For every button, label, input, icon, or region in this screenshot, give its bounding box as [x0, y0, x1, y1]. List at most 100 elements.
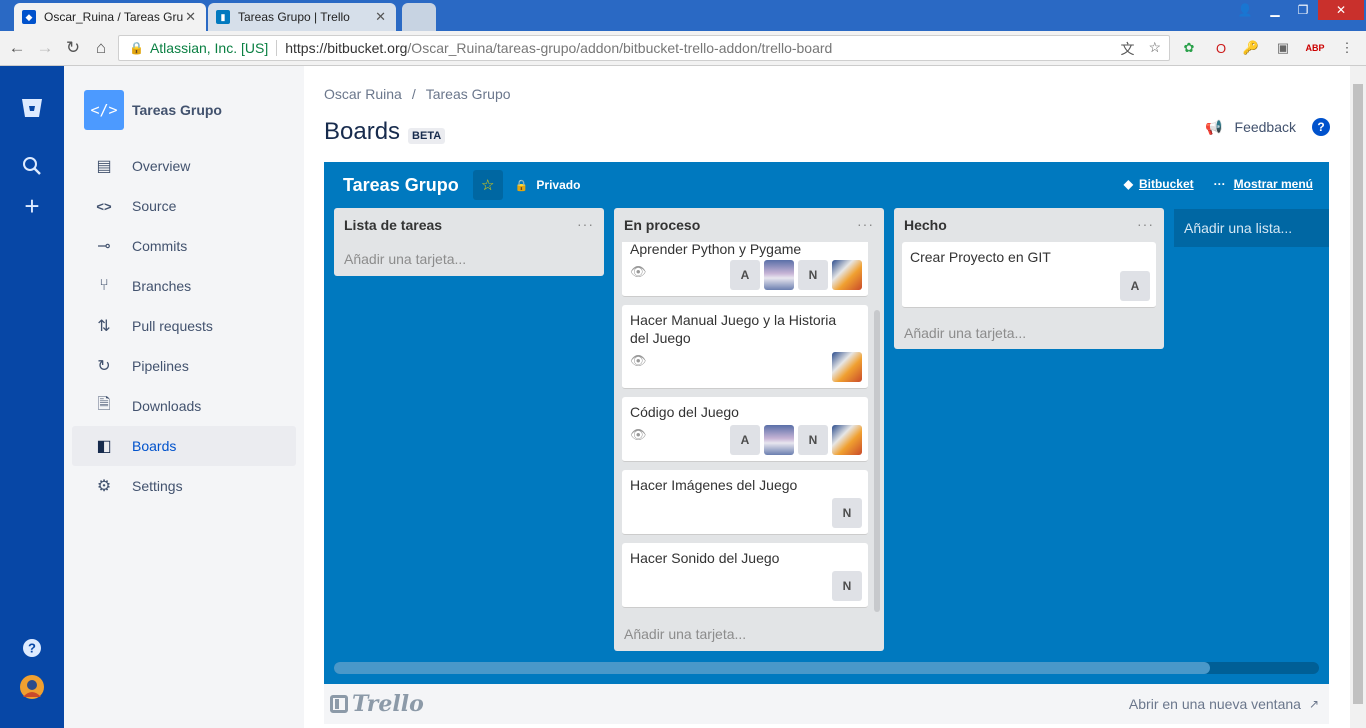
member-avatar-a[interactable]: A: [730, 260, 760, 290]
bitbucket-link[interactable]: Bitbucket: [1139, 177, 1194, 191]
tab-title: Oscar_Ruina / Tareas Gru: [44, 10, 184, 24]
member-avatar-n[interactable]: N: [832, 571, 862, 601]
board-horizontal-scrollbar[interactable]: [334, 662, 1319, 674]
sidebar-item-source[interactable]: <> Source: [72, 186, 296, 226]
translate-icon[interactable]: 文: [1120, 39, 1134, 59]
pull-request-icon: ⇅: [97, 318, 111, 335]
window-close-icon[interactable]: ✕: [1318, 0, 1364, 20]
new-tab-button[interactable]: [402, 3, 436, 31]
user-avatar-icon[interactable]: [20, 675, 44, 699]
browser-tab-bar: ◆ Oscar_Ruina / Tareas Gru ✕ ▮ Tareas Gr…: [0, 0, 1366, 31]
sidebar-item-pull-requests[interactable]: ⇅ Pull requests: [72, 306, 296, 346]
sidebar-item-label: Branches: [132, 278, 192, 294]
minimize-icon[interactable]: ▁: [1262, 0, 1288, 20]
back-icon[interactable]: ←: [6, 37, 28, 59]
maximize-icon[interactable]: ❐: [1290, 0, 1316, 20]
show-menu-link[interactable]: Mostrar menú: [1234, 177, 1313, 191]
member-avatar-a[interactable]: A: [730, 425, 760, 455]
help-icon[interactable]: ?: [1312, 118, 1330, 136]
add-card-button[interactable]: Añadir una tarjeta...: [334, 242, 604, 276]
page-scrollbar[interactable]: [1350, 66, 1366, 728]
sidebar-item-pipelines[interactable]: ↻ Pipelines: [72, 346, 296, 386]
cards-container: Aprender Python y Pygame 👁 A N Hacer Man…: [614, 242, 884, 617]
user-icon[interactable]: 👤: [1232, 0, 1258, 20]
add-list-button[interactable]: Añadir una lista...: [1174, 209, 1329, 247]
search-icon[interactable]: [20, 154, 44, 178]
sidebar-item-settings[interactable]: ⚙ Settings: [72, 466, 296, 506]
tab-trello[interactable]: ▮ Tareas Grupo | Trello ✕: [208, 3, 396, 31]
member-avatar-photo[interactable]: [832, 425, 862, 455]
card-members: N: [832, 498, 862, 528]
breadcrumb-repo-link[interactable]: Tareas Grupo: [426, 86, 511, 102]
member-avatar-a[interactable]: A: [1120, 271, 1150, 301]
create-plus-icon[interactable]: +: [20, 191, 44, 221]
feedback-link[interactable]: Feedback: [1235, 119, 1296, 135]
tab-close-icon[interactable]: ✕: [185, 9, 196, 25]
repo-code-icon: </>: [84, 90, 124, 130]
list-hecho: Hecho ··· Crear Proyecto en GIT A Añadir…: [894, 208, 1164, 349]
member-avatar-n[interactable]: N: [798, 260, 828, 290]
sidebar-item-boards[interactable]: ◧ Boards: [72, 426, 296, 466]
member-avatar-photo[interactable]: [764, 425, 794, 455]
page-scrollbar-thumb[interactable]: [1353, 84, 1363, 704]
megaphone-icon: 📢: [1205, 118, 1223, 135]
card-title: Hacer Imágenes del Juego: [630, 477, 798, 493]
card[interactable]: Crear Proyecto en GIT A: [902, 242, 1156, 308]
sidebar-item-commits[interactable]: ⊸ Commits: [72, 226, 296, 266]
card[interactable]: Aprender Python y Pygame 👁 A N: [622, 242, 868, 297]
lock-icon: 🔒: [514, 179, 529, 192]
chrome-menu-icon[interactable]: ⋮: [1338, 39, 1356, 57]
star-icon[interactable]: ☆: [472, 170, 503, 200]
board-header: Tareas Grupo ☆ 🔒 Privado ◆ Bitbucket ···…: [324, 162, 1329, 208]
member-avatar-n[interactable]: N: [832, 498, 862, 528]
member-avatar-photo[interactable]: [832, 260, 862, 290]
list-title[interactable]: En proceso: [614, 208, 884, 242]
card-members: A: [1120, 271, 1150, 301]
open-new-window-link[interactable]: Abrir en una nueva ventana ↗: [1129, 696, 1319, 712]
card-members: N: [832, 571, 862, 601]
privacy-button[interactable]: 🔒 Privado: [515, 178, 581, 192]
add-card-button[interactable]: Añadir una tarjeta...: [894, 316, 1164, 350]
member-avatar-photo[interactable]: [832, 352, 862, 382]
member-avatar-photo[interactable]: [764, 260, 794, 290]
forward-icon[interactable]: →: [34, 37, 56, 59]
extension-evernote-icon[interactable]: ✿: [1180, 39, 1198, 57]
card[interactable]: Hacer Imágenes del Juego N: [622, 470, 868, 535]
list-scrollbar[interactable]: [874, 310, 880, 612]
list-menu-icon[interactable]: ···: [857, 216, 874, 232]
sidebar-item-downloads[interactable]: 🗎 Downloads: [72, 386, 296, 426]
sidebar-item-label: Pipelines: [132, 358, 189, 374]
extension-adblock-icon[interactable]: ABP: [1306, 39, 1325, 57]
more-dots-icon: ···: [1213, 177, 1226, 191]
home-icon[interactable]: ⌂: [90, 37, 112, 59]
list-title[interactable]: Lista de tareas: [334, 208, 604, 242]
add-card-button[interactable]: Añadir una tarjeta...: [614, 617, 884, 651]
bitbucket-logo-icon[interactable]: [20, 96, 44, 120]
url-input[interactable]: 🔒 Atlassian, Inc. [US] https://bitbucket…: [118, 35, 1170, 61]
member-avatar-n[interactable]: N: [798, 425, 828, 455]
board-title[interactable]: Tareas Grupo: [343, 175, 459, 196]
bookmark-star-icon[interactable]: ☆: [1148, 39, 1161, 59]
help-icon[interactable]: ?: [20, 636, 44, 660]
sidebar-item-branches[interactable]: ⑂ Branches: [72, 266, 296, 306]
extension-bag-icon[interactable]: ▣: [1274, 39, 1292, 57]
card-members: A N: [730, 425, 862, 455]
repo-header[interactable]: </> Tareas Grupo: [84, 90, 222, 130]
bitbucket-favicon-icon: ◆: [22, 10, 36, 24]
tab-bitbucket[interactable]: ◆ Oscar_Ruina / Tareas Gru ✕: [14, 3, 206, 31]
card[interactable]: Hacer Manual Juego y la Historia del Jue…: [622, 305, 868, 389]
sidebar-item-overview[interactable]: ▤ Overview: [72, 146, 296, 186]
list-menu-icon[interactable]: ···: [1137, 216, 1154, 232]
scrollbar-thumb[interactable]: [334, 662, 1210, 674]
list-menu-icon[interactable]: ···: [577, 216, 594, 232]
external-link-icon: ↗: [1308, 697, 1319, 711]
tab-close-icon[interactable]: ✕: [375, 9, 386, 25]
list-title[interactable]: Hecho: [894, 208, 1164, 242]
card[interactable]: Hacer Sonido del Juego N: [622, 543, 868, 608]
breadcrumb-owner-link[interactable]: Oscar Ruina: [324, 86, 402, 102]
extension-key-icon[interactable]: 🔑: [1242, 39, 1260, 57]
card-members: [832, 352, 862, 382]
card[interactable]: Código del Juego 👁 A N: [622, 397, 868, 462]
extension-opera-icon[interactable]: O: [1212, 39, 1230, 57]
reload-icon[interactable]: ↻: [62, 37, 84, 59]
